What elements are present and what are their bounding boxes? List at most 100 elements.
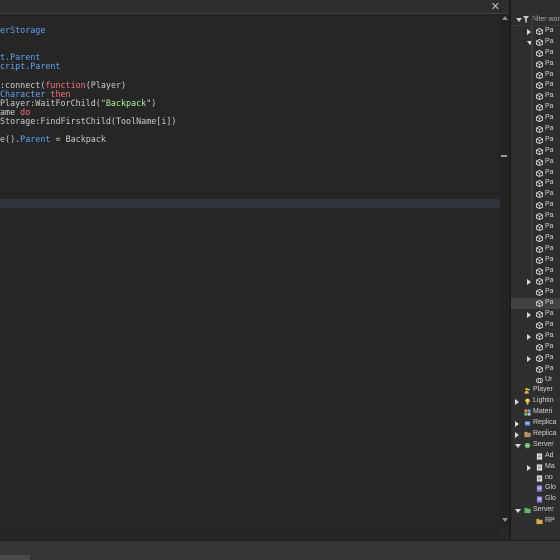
tree-item[interactable]: Pa	[511, 342, 560, 353]
script-editor[interactable]: ✕ erStorage t.Parent cript.Parent :connec…	[0, 0, 510, 540]
tree-item[interactable]: Ma	[511, 462, 560, 473]
tree-item[interactable]: Pa	[511, 233, 560, 244]
editor-vertical-scrollbar[interactable]	[500, 14, 508, 526]
part-icon	[536, 125, 543, 134]
tree-item[interactable]: Ur	[511, 375, 560, 386]
tree-item[interactable]: Pa	[511, 276, 560, 287]
code-line[interactable]: erStorage	[0, 25, 500, 35]
code-line[interactable]: t.Parent	[0, 53, 500, 62]
tree-item[interactable]: Pa	[511, 59, 560, 70]
tree-item[interactable]: Pa	[511, 157, 560, 168]
tree-item[interactable]: Pa	[511, 113, 560, 124]
code-line[interactable]	[0, 44, 500, 53]
tree-item[interactable]: Pa	[511, 91, 560, 102]
tree-item-label: Pa	[545, 179, 554, 187]
code-token: Storage:FindFirstChild(ToolName[i])	[0, 115, 177, 126]
tree-item[interactable]: Pa	[511, 298, 560, 310]
tree-item[interactable]: Server	[511, 505, 560, 516]
collapsed-arrow-icon[interactable]	[527, 333, 531, 340]
tree-item[interactable]: Pa	[511, 364, 560, 375]
tree-item[interactable]: Ad	[511, 451, 560, 462]
tree-item-label: Pa	[545, 37, 554, 45]
tree-item[interactable]: Pa	[511, 211, 560, 222]
part-icon	[536, 60, 543, 68]
collapsed-arrow-icon[interactable]	[527, 464, 531, 471]
editor-horizontal-scrollbar[interactable]	[0, 526, 500, 536]
tree-item[interactable]: Pa	[511, 146, 560, 157]
bottom-tab[interactable]	[0, 555, 30, 560]
tree-item[interactable]: RP	[511, 516, 560, 527]
tree-item[interactable]: Pa	[511, 255, 560, 266]
tree-item[interactable]: Pa	[511, 135, 560, 146]
scroll-up-arrow-icon[interactable]	[502, 16, 508, 20]
tree-item[interactable]: no	[511, 473, 560, 484]
tree-item[interactable]: Glo	[511, 483, 560, 494]
code-line[interactable]: cript.Parent	[0, 62, 500, 71]
expanded-arrow-icon[interactable]	[515, 509, 521, 514]
part-icon	[536, 158, 543, 166]
collapsed-arrow-icon[interactable]	[515, 431, 519, 438]
code-line[interactable]	[0, 35, 500, 44]
filter-input[interactable]: Filter wor	[531, 15, 560, 24]
tree-item[interactable]: Pa	[511, 222, 560, 233]
tree-item[interactable]: Materi	[511, 407, 560, 418]
tree-item[interactable]: Pa	[511, 102, 560, 113]
scroll-down-arrow-icon[interactable]	[502, 518, 508, 522]
code-line[interactable]: :connect(function(Player)	[0, 80, 500, 90]
expanded-arrow-icon[interactable]	[515, 443, 521, 448]
tree-item[interactable]: Pa	[511, 124, 560, 135]
tree-item-label: Pa	[545, 364, 554, 372]
tree-item[interactable]: Replica	[511, 418, 560, 429]
folder-icon	[536, 518, 543, 525]
tree-item[interactable]: Server	[511, 440, 560, 451]
collapsed-arrow-icon[interactable]	[527, 312, 531, 319]
close-icon[interactable]: ✕	[491, 1, 500, 13]
tree-item[interactable]: Lightin	[511, 396, 560, 407]
tree-item[interactable]: Pa	[511, 309, 560, 320]
tree-item[interactable]: Pa	[511, 244, 560, 255]
code-line[interactable]: Storage:FindFirstChild(ToolName[i])	[0, 115, 500, 126]
tree-item[interactable]: Pa	[511, 26, 560, 37]
script-icon	[536, 464, 543, 471]
tree-item[interactable]: Pa	[511, 320, 560, 331]
tree-item[interactable]: Pa	[511, 200, 560, 211]
tree-item[interactable]: Pa	[511, 80, 560, 91]
tree-item[interactable]: Pa	[511, 331, 560, 342]
code-line[interactable]	[0, 144, 500, 153]
union-icon	[535, 377, 544, 384]
part-icon	[536, 180, 543, 188]
part-icon	[536, 82, 543, 90]
code-line[interactable]	[0, 172, 500, 181]
tree-item[interactable]: Pa	[511, 168, 560, 179]
tree-item-label: Pa	[545, 190, 554, 198]
tree-item[interactable]: Pa	[511, 189, 560, 200]
part-icon	[536, 49, 543, 57]
code-line[interactable]: e().Parent = Backpack	[0, 135, 500, 144]
tree-item[interactable]: Pa	[511, 266, 560, 277]
tree-item[interactable]: Pa	[511, 70, 560, 81]
tree-item[interactable]: Pa	[511, 287, 560, 298]
collapsed-arrow-icon[interactable]	[527, 355, 531, 362]
explorer-scrollbar[interactable]	[531, 14, 533, 279]
tree-item[interactable]: Pa	[511, 353, 560, 364]
code-line[interactable]: Player:WaitForChild("Backpack")	[0, 98, 500, 108]
editor-tab-bar: ✕	[0, 0, 510, 14]
code-area[interactable]: erStorage t.Parent cript.Parent :connect(…	[0, 25, 500, 208]
tree-item[interactable]: Pa	[511, 48, 560, 59]
code-line[interactable]	[0, 181, 500, 190]
collapsed-arrow-icon[interactable]	[515, 399, 519, 406]
tree-item[interactable]: Player	[511, 385, 560, 396]
explorer-filter-bar[interactable]: Filter wor	[511, 14, 560, 26]
code-line[interactable]	[0, 153, 500, 162]
collapsed-arrow-icon[interactable]	[527, 279, 531, 286]
tree-item[interactable]: Pa	[511, 37, 560, 48]
code-line[interactable]	[0, 198, 500, 208]
tree-item[interactable]: Glo	[511, 494, 560, 505]
code-line[interactable]	[0, 162, 500, 171]
tree-item[interactable]: Pa	[511, 178, 560, 189]
scrollbar-marker	[501, 155, 507, 157]
code-line[interactable]	[0, 190, 500, 199]
tree-item[interactable]: Replica	[511, 429, 560, 440]
collapse-arrow-icon[interactable]	[516, 18, 522, 22]
collapsed-arrow-icon[interactable]	[515, 421, 519, 428]
